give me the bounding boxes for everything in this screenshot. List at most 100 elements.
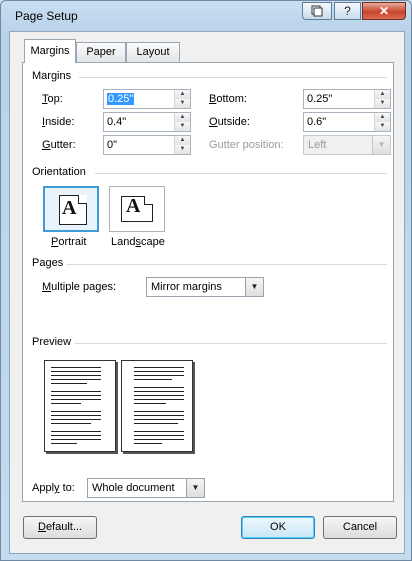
preview-line: [51, 415, 101, 416]
spin-down-icon[interactable]: ▼: [175, 122, 190, 131]
preview-line: [134, 387, 184, 388]
outside-label: Outside:: [209, 116, 250, 128]
divider: [75, 343, 387, 344]
preview-line: [134, 367, 184, 368]
options-icon: [311, 5, 323, 17]
help-button[interactable]: ?: [334, 2, 361, 20]
outside-margin-spin-buttons[interactable]: ▲ ▼: [374, 113, 390, 131]
portrait-glyph: A: [62, 197, 77, 219]
default-button[interactable]: Default...: [23, 516, 97, 539]
bottom-margin-spinner[interactable]: 0.25" ▲ ▼: [303, 89, 391, 109]
divider: [79, 77, 387, 78]
chevron-down-icon[interactable]: ▼: [245, 278, 263, 296]
preview-line: [51, 431, 101, 432]
chevron-down-icon: ▼: [372, 136, 390, 154]
portrait-label[interactable]: Portrait: [51, 236, 86, 248]
dialog-title: Page Setup: [15, 9, 78, 23]
preview-line: [51, 403, 81, 404]
ok-button[interactable]: OK: [241, 516, 315, 539]
gutter-position-select: Left ▼: [303, 135, 391, 155]
preview-line: [51, 435, 101, 436]
preview-line: [134, 375, 184, 376]
landscape-option[interactable]: A: [109, 186, 165, 232]
apply-to-select[interactable]: Whole document ▼: [87, 478, 205, 498]
gutter-position-value: Left: [308, 139, 327, 151]
preview-line: [134, 379, 172, 380]
close-button[interactable]: ✕: [362, 2, 406, 20]
multiple-pages-label: Multiple pages:: [42, 281, 116, 293]
top-margin-spinner[interactable]: 0.25" ▲ ▼: [103, 89, 191, 109]
landscape-label[interactable]: Landscape: [111, 236, 165, 248]
top-label: Top:: [42, 93, 63, 105]
inside-margin-value[interactable]: 0.4": [107, 116, 126, 128]
landscape-glyph: A: [126, 195, 141, 217]
bottom-margin-value[interactable]: 0.25": [307, 93, 332, 105]
preview-line: [134, 403, 166, 404]
preview-line: [51, 367, 101, 368]
portrait-option[interactable]: A: [43, 186, 99, 232]
preview-line: [51, 423, 91, 424]
preview-line: [51, 391, 101, 392]
inside-margin-spin-buttons[interactable]: ▲ ▼: [174, 113, 190, 131]
chevron-down-icon[interactable]: ▼: [186, 479, 204, 497]
preview-line: [134, 411, 184, 412]
preview-line: [134, 395, 184, 396]
divider: [95, 173, 387, 174]
divider: [67, 264, 387, 265]
inside-margin-spinner[interactable]: 0.4" ▲ ▼: [103, 112, 191, 132]
tab-layout[interactable]: Layout: [126, 42, 180, 62]
preview-line: [134, 435, 184, 436]
preview-line: [51, 411, 101, 412]
preview-line: [134, 391, 184, 392]
preview-line: [134, 415, 184, 416]
gutter-position-label: Gutter position:: [209, 139, 284, 151]
multiple-pages-value[interactable]: Mirror margins: [151, 281, 222, 293]
gutter-spinner[interactable]: 0" ▲ ▼: [103, 135, 191, 155]
preview-section-label: Preview: [32, 336, 72, 348]
preview-line: [51, 439, 101, 440]
preview-page-right: [121, 360, 193, 452]
gutter-spin-buttons[interactable]: ▲ ▼: [174, 136, 190, 154]
gutter-value[interactable]: 0": [107, 139, 117, 151]
preview-line: [134, 431, 184, 432]
preview-line: [51, 383, 87, 384]
gutter-label: Gutter:: [42, 139, 76, 151]
spin-down-icon[interactable]: ▼: [175, 145, 190, 154]
spin-down-icon[interactable]: ▼: [375, 99, 390, 108]
preview-line: [51, 371, 101, 372]
bottom-label: Bottom:: [209, 93, 247, 105]
orientation-section-label: Orientation: [32, 166, 86, 178]
preview-line: [51, 379, 101, 380]
tab-paper[interactable]: Paper: [76, 42, 126, 62]
outside-margin-spinner[interactable]: 0.6" ▲ ▼: [303, 112, 391, 132]
preview-line: [51, 375, 101, 376]
preview-line: [134, 399, 184, 400]
preview-line: [134, 423, 178, 424]
preview-line: [134, 443, 162, 444]
margins-tab-page: Margins Top: 0.25" ▲ ▼ Bottom: 0.25" ▲ ▼…: [22, 62, 394, 502]
bottom-margin-spin-buttons[interactable]: ▲ ▼: [374, 90, 390, 108]
spin-down-icon[interactable]: ▼: [375, 122, 390, 131]
outside-margin-value[interactable]: 0.6": [307, 116, 326, 128]
apply-to-label: Apply to:: [32, 482, 75, 494]
page-setup-dialog: Page Setup ? ✕ Margins Paper Layout Marg…: [0, 0, 412, 561]
preview-line: [51, 399, 101, 400]
apply-to-value[interactable]: Whole document: [92, 482, 175, 494]
multiple-pages-select[interactable]: Mirror margins ▼: [146, 277, 264, 297]
top-margin-value[interactable]: 0.25": [107, 93, 135, 105]
dialog-body: Margins Paper Layout Margins Top: 0.25" …: [9, 31, 405, 554]
spin-down-icon[interactable]: ▼: [175, 99, 190, 108]
title-bar[interactable]: Page Setup ? ✕: [1, 1, 411, 31]
inside-label: Inside:: [42, 116, 75, 128]
preview-line: [51, 443, 77, 444]
margins-section-label: Margins: [32, 70, 72, 82]
cancel-button[interactable]: Cancel: [323, 516, 397, 539]
options-button[interactable]: [302, 2, 332, 20]
preview-line: [51, 419, 101, 420]
preview-line: [134, 419, 184, 420]
preview-page-left: [44, 360, 116, 452]
preview-line: [51, 395, 101, 396]
pages-section-label: Pages: [32, 257, 64, 269]
tab-margins[interactable]: Margins: [24, 39, 76, 63]
top-margin-spin-buttons[interactable]: ▲ ▼: [174, 90, 190, 108]
